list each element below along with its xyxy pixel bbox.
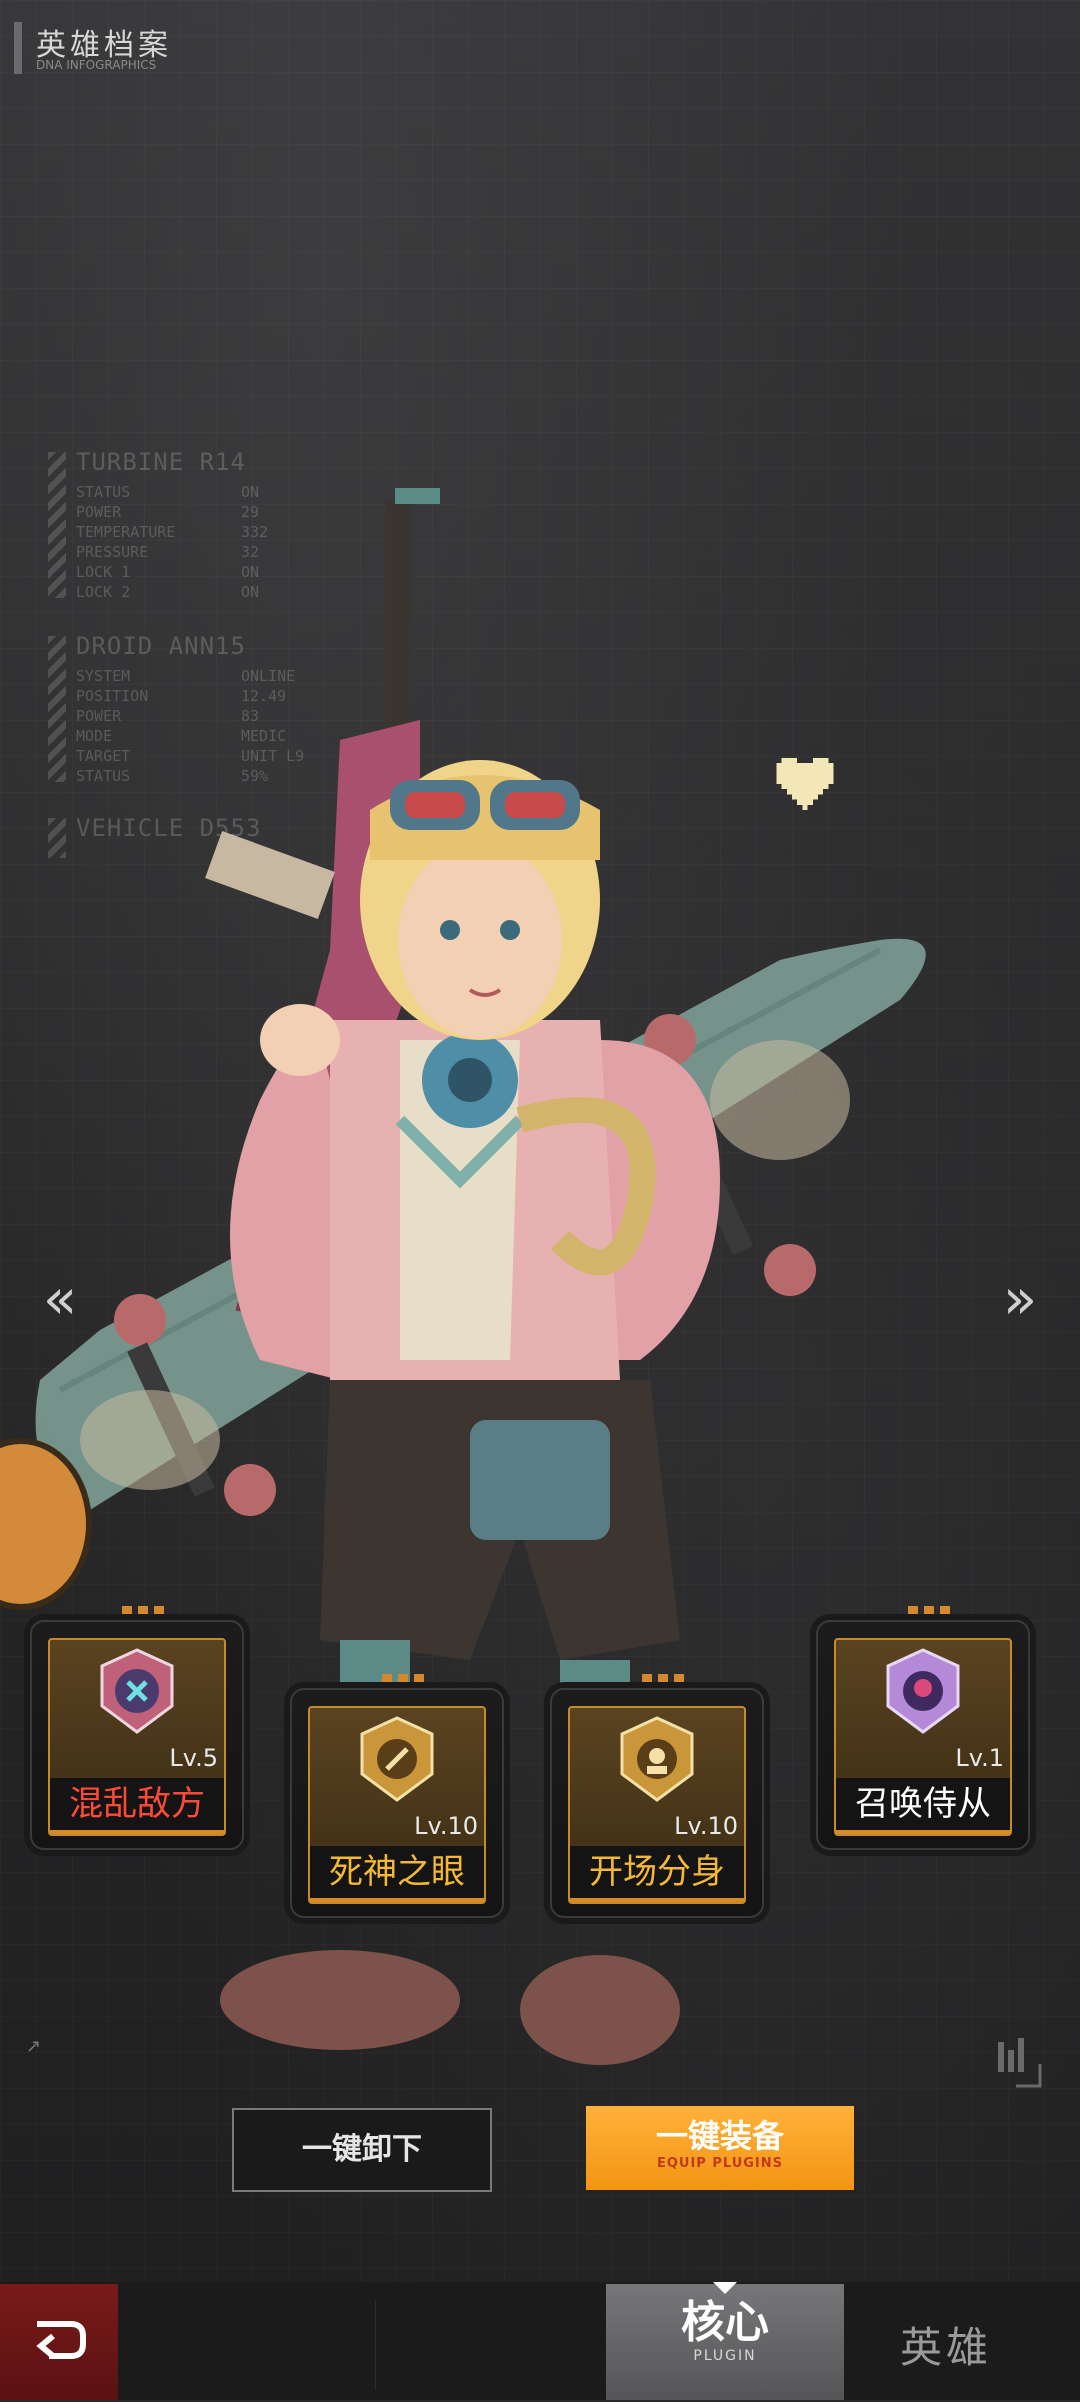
clone-emblem-icon (620, 1716, 694, 1802)
equalizer-icon (998, 2038, 1042, 2088)
plugin-level: Lv.10 (674, 1812, 738, 1840)
plugin-name: 死神之眼 (310, 1846, 484, 1902)
plugin-level: Lv.1 (955, 1744, 1004, 1772)
active-tab-indicator (713, 2282, 737, 2294)
chaos-emblem-icon (100, 1648, 174, 1734)
equip-all-sublabel: EQUIP PLUGINS (656, 2156, 784, 2171)
plugin-card-3[interactable]: Lv.10 开场分身 (550, 1674, 764, 1918)
reaper-eye-emblem-icon (360, 1716, 434, 1802)
expand-arrow-icon: ↗ (26, 2036, 42, 2057)
plugin-card-4[interactable]: Lv.1 召唤侍从 (816, 1606, 1030, 1850)
plugin-name: 混乱敌方 (50, 1778, 224, 1834)
equip-all-button[interactable]: 一键装备 EQUIP PLUGINS (586, 2106, 854, 2190)
back-arrow-icon (36, 2321, 86, 2359)
next-hero-arrow[interactable]: » (990, 1270, 1050, 1330)
plugin-level: Lv.10 (414, 1812, 478, 1840)
page-subtitle: DNA INFOGRAPHICS (36, 58, 157, 72)
card-indicator-dots (382, 1674, 424, 1682)
hero-hand (260, 1004, 340, 1076)
card-indicator-dots (122, 1606, 164, 1614)
tab-core-sublabel: PLUGIN (693, 2348, 757, 2364)
header-bar (14, 22, 22, 74)
card-indicator-dots (908, 1606, 950, 1614)
prev-hero-arrow[interactable]: « (30, 1270, 90, 1330)
summon-emblem-icon (886, 1648, 960, 1734)
nav-divider (375, 2300, 376, 2390)
info-heading: TURBINE R14 (76, 448, 246, 476)
card-indicator-dots (642, 1674, 684, 1682)
plugin-card-2[interactable]: Lv.10 死神之眼 (290, 1674, 504, 1918)
tab-core[interactable]: 核心 PLUGIN (606, 2282, 844, 2400)
plugin-level: Lv.5 (169, 1744, 218, 1772)
plugin-name: 开场分身 (570, 1846, 744, 1902)
back-button[interactable] (0, 2284, 118, 2400)
equip-all-label: 一键装备 (655, 2117, 784, 2155)
unload-all-button[interactable]: 一键卸下 (232, 2108, 492, 2192)
tab-hero[interactable]: 英雄 (900, 2314, 992, 2375)
plugin-name: 召唤侍从 (836, 1778, 1010, 1834)
hero-head (360, 760, 600, 1040)
plugin-card-1[interactable]: Lv.5 混乱敌方 (30, 1606, 244, 1850)
